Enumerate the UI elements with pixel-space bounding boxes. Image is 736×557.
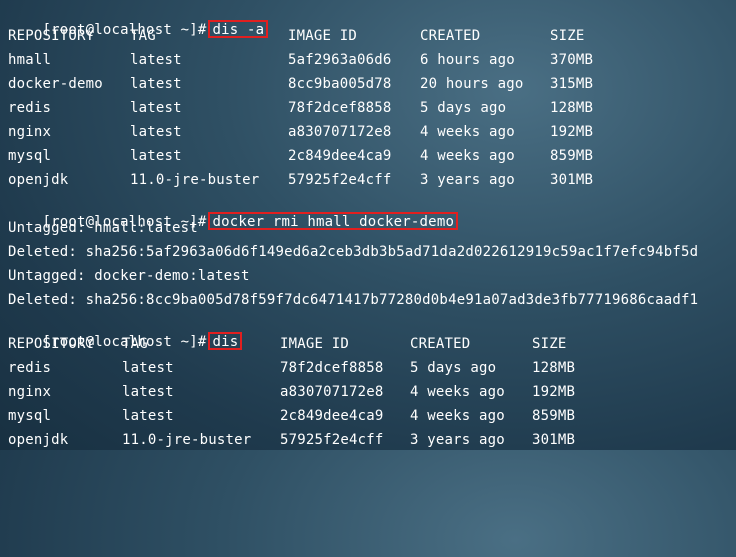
cell-tag: latest [122, 408, 174, 424]
output-untagged-hmall: Untagged: hmall:latest [8, 220, 198, 236]
cell-size: 370MB [550, 52, 594, 68]
cell-repository: openjdk [8, 432, 69, 448]
cell-repository: docker-demo [8, 76, 103, 92]
table-row: redis latest 78f2dcef8858 5 days ago 128… [8, 99, 728, 117]
cell-tag: latest [122, 360, 174, 376]
cell-tag: latest [130, 100, 182, 116]
cell-repository: mysql [8, 408, 52, 424]
cell-repository: hmall [8, 52, 52, 68]
prompt-line-3: [root@localhost ~]# dis [8, 314, 243, 350]
cell-tag: latest [130, 124, 182, 140]
cell-image-id: a830707172e8 [280, 384, 384, 400]
cell-image-id: 2c849dee4ca9 [280, 408, 384, 424]
header-image-id: IMAGE ID [288, 28, 358, 44]
prompt-line-1: [root@localhost ~]# dis -a [8, 2, 269, 38]
cell-repository: nginx [8, 124, 52, 140]
cell-created: 20 hours ago [420, 76, 524, 92]
cell-repository: mysql [8, 148, 52, 164]
header-image-id: IMAGE ID [280, 336, 350, 352]
cell-repository: openjdk [8, 172, 69, 188]
prompt-line-2: [root@localhost ~]# docker rmi hmall dock… [8, 194, 459, 230]
table-row: docker-demo latest 8cc9ba005d78 20 hours… [8, 75, 728, 93]
cell-tag: 11.0-jre-buster [130, 172, 260, 188]
cell-image-id: 57925f2e4cff [280, 432, 384, 448]
table-row: hmall latest 5af2963a06d6 6 hours ago 37… [8, 51, 728, 69]
cell-repository: redis [8, 100, 52, 116]
cell-created: 5 days ago [410, 360, 497, 376]
cell-image-id: 78f2dcef8858 [280, 360, 384, 376]
cell-image-id: 2c849dee4ca9 [288, 148, 392, 164]
cell-created: 5 days ago [420, 100, 507, 116]
table-row: mysql latest 2c849dee4ca9 4 weeks ago 85… [8, 407, 728, 425]
cell-image-id: 8cc9ba005d78 [288, 76, 392, 92]
cell-size: 301MB [532, 432, 576, 448]
cell-created: 3 years ago [410, 432, 505, 448]
header-size: SIZE [550, 28, 585, 44]
table-row: mysql latest 2c849dee4ca9 4 weeks ago 85… [8, 147, 728, 165]
header-created: CREATED [410, 336, 471, 352]
cell-created: 6 hours ago [420, 52, 515, 68]
cell-tag: latest [130, 52, 182, 68]
table-row: nginx latest a830707172e8 4 weeks ago 19… [8, 383, 728, 401]
cell-image-id: a830707172e8 [288, 124, 392, 140]
cell-image-id: 57925f2e4cff [288, 172, 392, 188]
header-created: CREATED [420, 28, 481, 44]
cell-size: 128MB [550, 100, 594, 116]
cell-size: 859MB [532, 408, 576, 424]
cell-repository: nginx [8, 384, 52, 400]
cell-repository: redis [8, 360, 52, 376]
table1-header: REPOSITORY TAG IMAGE ID CREATED SIZE [8, 27, 728, 45]
header-tag: TAG [122, 336, 148, 352]
cell-created: 4 weeks ago [410, 384, 505, 400]
cell-tag: latest [122, 384, 174, 400]
cell-tag: 11.0-jre-buster [122, 432, 252, 448]
cell-tag: latest [130, 148, 182, 164]
cell-size: 128MB [532, 360, 576, 376]
terminal-window[interactable]: [root@localhost ~]# dis -a REPOSITORY TAG… [0, 0, 736, 450]
cell-tag: latest [130, 76, 182, 92]
table-row: openjdk 11.0-jre-buster 57925f2e4cff 3 y… [8, 431, 728, 449]
cell-size: 859MB [550, 148, 594, 164]
cell-size: 192MB [550, 124, 594, 140]
cell-created: 4 weeks ago [420, 124, 515, 140]
header-size: SIZE [532, 336, 567, 352]
output-deleted-docker-demo: Deleted: sha256:8cc9ba005d78f59f7dc64714… [8, 292, 699, 308]
cell-created: 4 weeks ago [420, 148, 515, 164]
table2-header: REPOSITORY TAG IMAGE ID CREATED SIZE [8, 335, 728, 353]
table-row: openjdk 11.0-jre-buster 57925f2e4cff 3 y… [8, 171, 728, 189]
cell-size: 301MB [550, 172, 594, 188]
table-row: nginx latest a830707172e8 4 weeks ago 19… [8, 123, 728, 141]
header-tag: TAG [130, 28, 156, 44]
cell-image-id: 5af2963a06d6 [288, 52, 392, 68]
cell-image-id: 78f2dcef8858 [288, 100, 392, 116]
cell-created: 3 years ago [420, 172, 515, 188]
cell-size: 192MB [532, 384, 576, 400]
cell-created: 4 weeks ago [410, 408, 505, 424]
header-repository: REPOSITORY [8, 336, 95, 352]
cell-size: 315MB [550, 76, 594, 92]
command-docker-rmi: docker rmi hmall docker-demo [208, 212, 459, 230]
table-row: redis latest 78f2dcef8858 5 days ago 128… [8, 359, 728, 377]
output-untagged-docker-demo: Untagged: docker-demo:latest [8, 268, 250, 284]
header-repository: REPOSITORY [8, 28, 95, 44]
output-deleted-hmall: Deleted: sha256:5af2963a06d6f149ed6a2ceb… [8, 244, 699, 260]
